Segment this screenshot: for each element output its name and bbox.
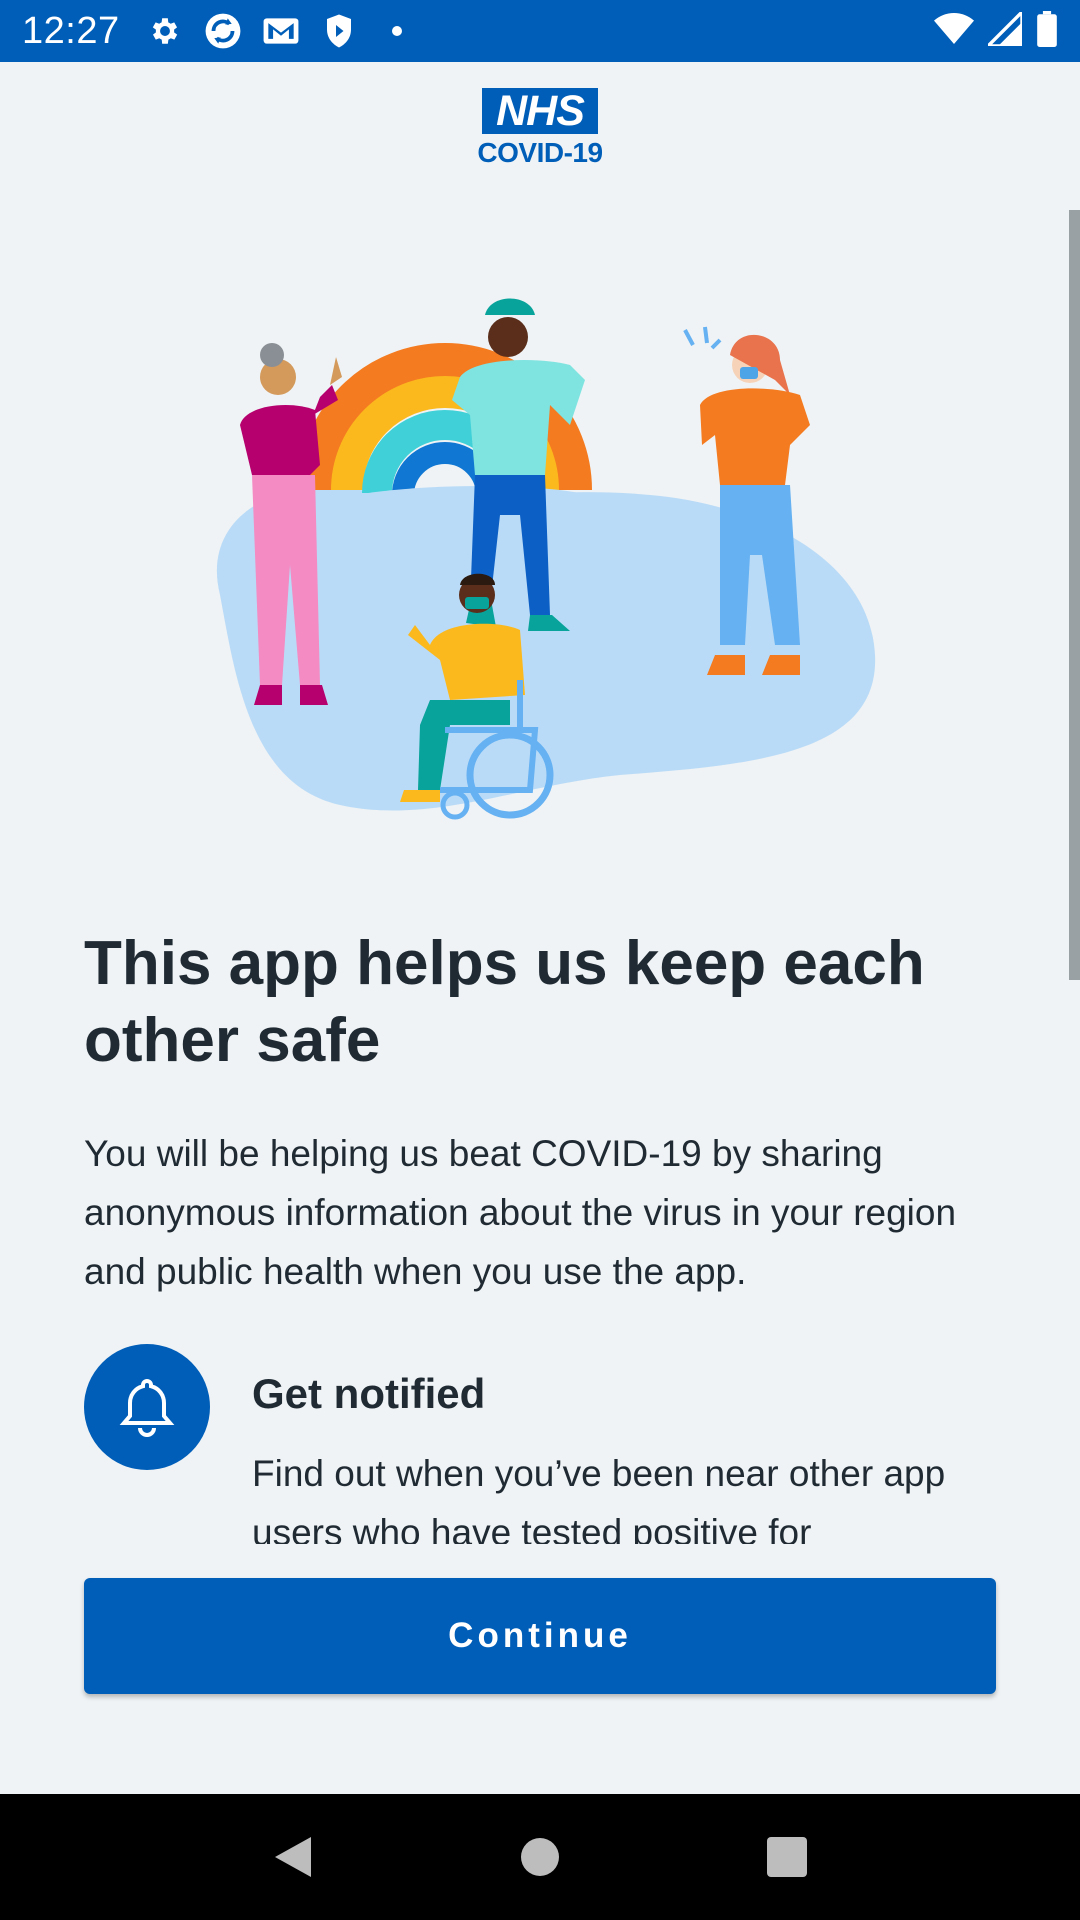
battery-icon: [1036, 10, 1058, 52]
status-time: 12:27: [22, 9, 120, 52]
feature-get-notified: Get notified Find out when you’ve been n…: [84, 1344, 1004, 1544]
dot-icon: [378, 12, 416, 50]
status-bar: 12:27: [0, 0, 1080, 62]
app-logo: NHS COVID-19: [0, 88, 1080, 169]
status-icons-right: [934, 7, 1058, 52]
screen: 12:27 NHS COVID-19 This app helps us kee…: [0, 0, 1080, 1920]
main-content: This app helps us keep each other safe Y…: [84, 925, 1004, 1301]
gmail-icon: [262, 12, 300, 50]
home-icon[interactable]: [510, 1827, 570, 1887]
settings-icon: [146, 12, 184, 50]
navigation-bar: [0, 1794, 1080, 1920]
logo-subtitle: COVID-19: [477, 137, 603, 168]
page-title: This app helps us keep each other safe: [84, 929, 925, 1075]
sync-icon: [204, 12, 242, 50]
feature-title: Get notified: [252, 1370, 486, 1417]
wifi-icon: [934, 12, 974, 50]
feature-description: Find out when you’ve been near other app…: [252, 1453, 946, 1544]
bell-icon: [84, 1344, 210, 1470]
signal-icon: [983, 7, 1024, 51]
nhs-logo: NHS: [482, 88, 598, 134]
scrollbar[interactable]: [1069, 210, 1080, 980]
people-illustration: [216, 298, 876, 820]
recents-icon[interactable]: [757, 1827, 817, 1887]
intro-text: You will be helping us beat COVID-19 by …: [84, 1133, 957, 1292]
back-icon[interactable]: [263, 1827, 323, 1887]
status-icons-left: [146, 12, 416, 50]
continue-button[interactable]: Continue: [84, 1578, 996, 1694]
shield-icon: [320, 12, 358, 50]
